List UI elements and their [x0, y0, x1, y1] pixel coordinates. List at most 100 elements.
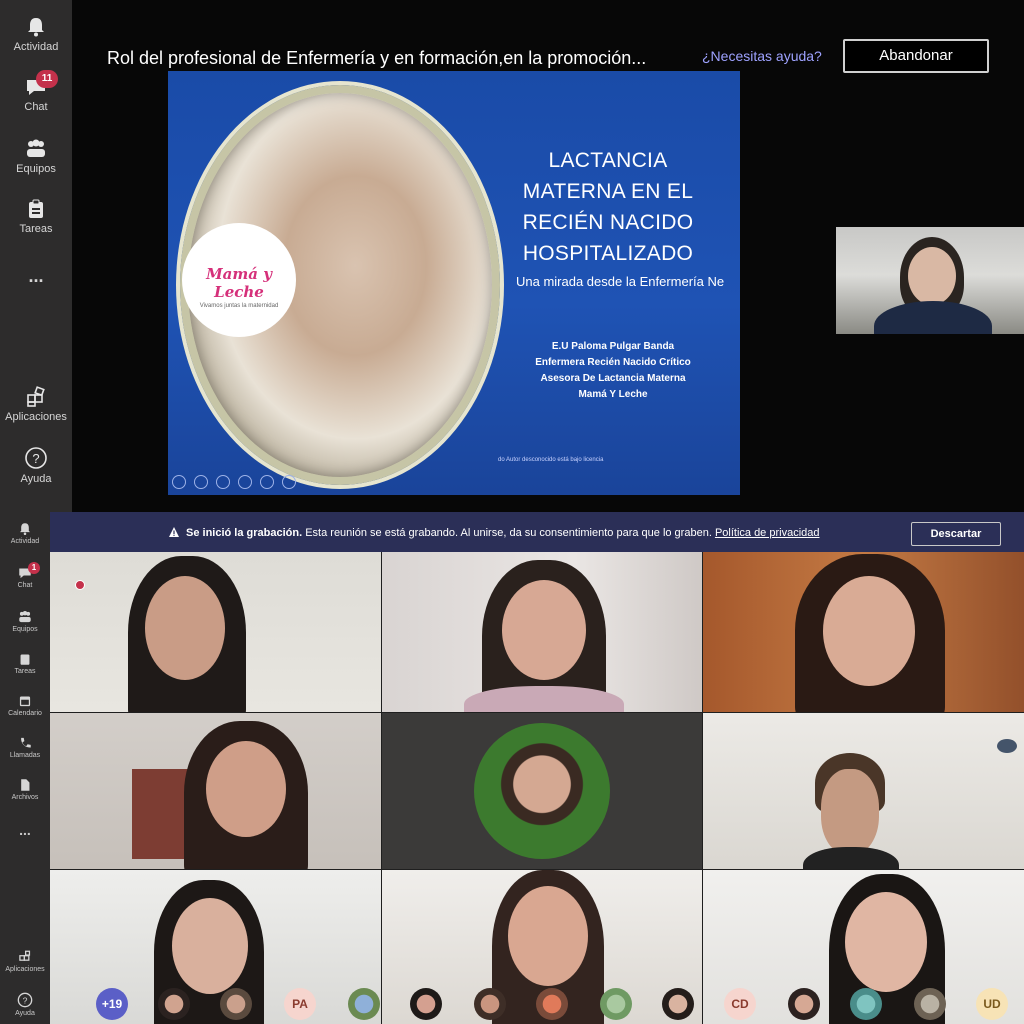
svg-text:?: ? — [23, 995, 28, 1005]
participant-profile-photo — [474, 723, 610, 859]
participant-face — [823, 576, 915, 686]
teams-meeting-window-bottom: Actividad Chat 1 Equipos Tareas Calendar… — [0, 512, 1024, 1024]
recording-dot-icon — [75, 580, 85, 590]
svg-text:?: ? — [32, 451, 39, 466]
rail-item-calls[interactable]: Llamadas — [0, 736, 50, 759]
warning-icon — [169, 527, 179, 537]
rail-item-tasks[interactable]: Tareas — [0, 652, 50, 675]
participant-video-tile[interactable] — [382, 552, 702, 712]
teams-icon — [27, 139, 45, 157]
overflow-participants-button[interactable]: +19 — [96, 988, 128, 1020]
recording-banner-text: Se inició la grabación. Esta reunión se … — [186, 527, 820, 539]
participant-avatar[interactable] — [410, 988, 442, 1020]
logo-tagline: Vivamos juntas la maternidad — [199, 303, 279, 309]
slide-title: LACTANCIA MATERNA EN EL RECIÉN NACIDO HO… — [498, 145, 718, 269]
participant-avatar[interactable] — [662, 988, 694, 1020]
rail-item-more[interactable]: ... — [0, 822, 50, 838]
rail-label: Archivos — [11, 794, 39, 801]
ceiling-light — [997, 739, 1017, 753]
slide-logo: Mamá y Leche Vivamos juntas la maternida… — [182, 223, 296, 337]
participant-avatar[interactable] — [158, 988, 190, 1020]
rail-item-teams[interactable]: Equipos — [0, 610, 50, 633]
rail-item-tasks[interactable]: Tareas — [0, 198, 72, 235]
slide-footnote: do Autor desconocido está bajo licencia — [498, 457, 604, 463]
prev-slide-icon[interactable] — [172, 475, 186, 489]
participant-video-tile[interactable] — [50, 552, 381, 712]
teams-meeting-window-top: Actividad Chat 11 Equipos Tareas ... Apl… — [0, 0, 1024, 512]
credit-line: Asesora De Lactancia Materna — [540, 373, 686, 384]
participant-face — [508, 886, 588, 986]
rail-item-apps[interactable]: Aplicaciones — [0, 950, 50, 973]
participant-face — [206, 741, 286, 837]
participant-body — [464, 686, 624, 712]
participant-initials-avatar[interactable]: PA — [284, 988, 316, 1020]
pointer-icon[interactable] — [194, 475, 208, 489]
participant-strip: +19 PA CD UD — [50, 976, 1024, 1024]
participant-face — [145, 576, 225, 680]
participant-avatar[interactable] — [536, 988, 568, 1020]
leave-button[interactable]: Abandonar — [843, 39, 989, 73]
participant-initials-avatar[interactable]: CD — [724, 988, 756, 1020]
presenter-body — [874, 301, 992, 334]
rail-label: Equipos — [16, 163, 56, 175]
participant-body — [803, 847, 899, 869]
app-rail: Actividad Chat 1 Equipos Tareas Calendar… — [0, 512, 50, 1024]
participant-avatar-tile[interactable] — [382, 713, 702, 869]
help-icon: ? — [25, 447, 47, 469]
bell-icon — [28, 18, 44, 37]
participant-avatar[interactable] — [788, 988, 820, 1020]
tasks-icon — [20, 654, 30, 665]
help-link[interactable]: ¿Necesitas ayuda? — [702, 48, 822, 64]
rail-label: Equipos — [12, 626, 38, 633]
phone-icon — [21, 737, 31, 748]
rail-label: Actividad — [13, 41, 59, 53]
rail-item-activity[interactable]: Actividad — [0, 16, 72, 53]
participant-video-tile[interactable] — [703, 713, 1024, 869]
credit-line: E.U Paloma Pulgar Banda — [551, 341, 675, 352]
highlighter-icon[interactable] — [238, 475, 252, 489]
rail-item-help[interactable]: ? Ayuda — [0, 992, 50, 1017]
meeting-title: Rol del profesional de Enfermería y en f… — [107, 48, 647, 68]
slide-controls — [172, 475, 304, 493]
rail-item-help[interactable]: ? Ayuda — [0, 446, 72, 485]
chat-unread-badge: 1 — [28, 562, 40, 574]
rail-label: Aplicaciones — [5, 966, 45, 973]
chat-unread-badge: 11 — [36, 70, 58, 88]
rail-item-apps[interactable]: Aplicaciones — [0, 386, 72, 423]
participant-avatar[interactable] — [914, 988, 946, 1020]
participant-avatar[interactable] — [600, 988, 632, 1020]
presenter-video — [836, 227, 1024, 334]
participant-initials-avatar[interactable]: UD — [976, 988, 1008, 1020]
zoom-icon[interactable] — [260, 475, 274, 489]
rail-label: Calendario — [8, 710, 42, 717]
participant-avatar[interactable] — [220, 988, 252, 1020]
pen-icon[interactable] — [216, 475, 230, 489]
teams-icon — [19, 610, 31, 623]
app-rail: Actividad Chat 11 Equipos Tareas ... Apl… — [0, 0, 72, 512]
rail-label: Tareas — [19, 223, 53, 235]
rail-item-chat[interactable]: Chat 1 — [0, 562, 50, 589]
dismiss-button[interactable]: Descartar — [911, 522, 1001, 546]
rail-label: Chat — [24, 101, 48, 113]
apps-icon — [27, 386, 45, 407]
recording-banner: Se inició la grabación. Esta reunión se … — [50, 512, 1024, 552]
participant-video-tile[interactable] — [703, 552, 1024, 712]
participant-avatar[interactable] — [474, 988, 506, 1020]
apps-icon — [19, 950, 31, 961]
rail-item-activity[interactable]: Actividad — [0, 522, 50, 545]
rail-label: Ayuda — [20, 473, 52, 485]
more-icon: ... — [28, 266, 44, 286]
rail-item-more[interactable]: ... — [0, 266, 72, 287]
participant-video-tile[interactable] — [50, 713, 381, 869]
rail-item-chat[interactable]: Chat 11 — [0, 70, 72, 113]
rail-item-teams[interactable]: Equipos — [0, 138, 72, 175]
participant-avatar[interactable] — [348, 988, 380, 1020]
privacy-policy-link[interactable]: Política de privacidad — [715, 527, 820, 539]
more-options-icon[interactable] — [282, 475, 296, 489]
rail-label: Chat — [17, 582, 33, 589]
participant-avatar[interactable] — [850, 988, 882, 1020]
slide-credits: E.U Paloma Pulgar Banda Enfermera Recién… — [508, 339, 718, 403]
rail-item-files[interactable]: Archivos — [0, 778, 50, 801]
more-icon: ... — [19, 822, 31, 838]
rail-item-calendar[interactable]: Calendario — [0, 694, 50, 717]
